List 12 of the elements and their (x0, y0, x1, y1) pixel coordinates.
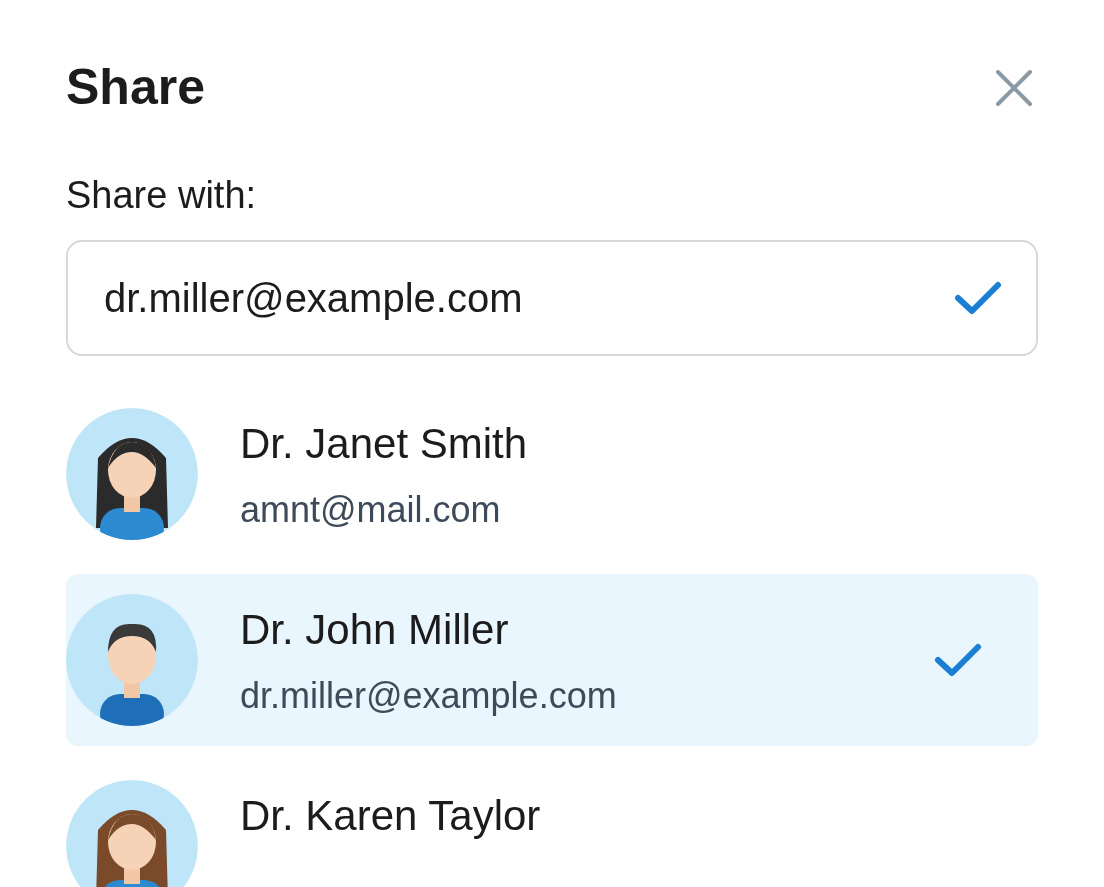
dialog-title: Share (66, 58, 205, 117)
contact-row[interactable]: Dr. John Miller dr.miller@example.com (66, 574, 1038, 746)
person-avatar-icon (66, 408, 198, 540)
field-label: Share with: (66, 173, 258, 218)
contact-name: Dr. Karen Taylor (240, 791, 542, 841)
contact-email: amnt@mail.com (240, 487, 502, 532)
contact-email: dr.miller@example.com (240, 673, 618, 718)
email-input-field[interactable]: dr.miller@example.com (66, 240, 1038, 356)
person-avatar-icon (66, 780, 198, 887)
contact-name: Dr. Janet Smith (240, 418, 529, 469)
contact-name: Dr. John Miller (240, 604, 510, 655)
person-avatar-icon (66, 594, 198, 726)
